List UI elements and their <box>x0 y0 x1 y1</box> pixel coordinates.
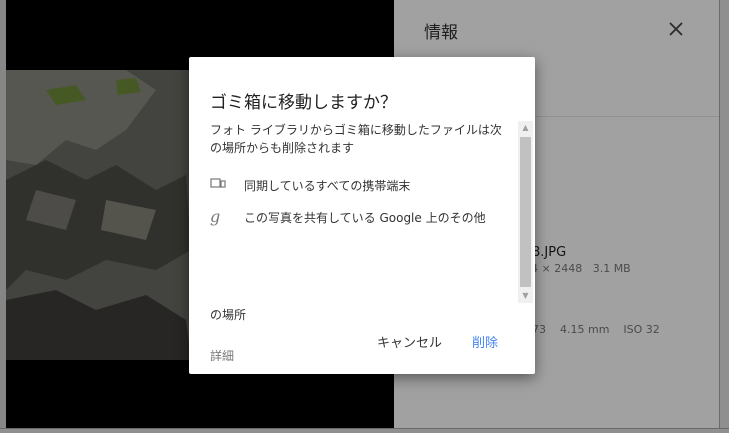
scroll-thumb[interactable] <box>520 137 531 287</box>
list-item-continuation: の場所 <box>210 308 247 322</box>
cancel-button[interactable]: キャンセル <box>377 332 442 351</box>
trash-confirm-dialog: ゴミ箱に移動しますか？ フォト ライブラリからゴミ箱に移動したファイルは次の場所… <box>189 57 535 374</box>
app-window: 情報 8.JPG 64 × 2448 3.1 MB 373 4.15 mm IS… <box>0 0 729 433</box>
devices-icon <box>210 177 226 192</box>
list-item-label: この写真を共有している Google 上のその他 <box>244 211 486 225</box>
details-link[interactable]: 詳細 <box>210 347 234 361</box>
list-item-label: 同期しているすべての携帯端末 <box>244 179 411 193</box>
dialog-body: フォト ライブラリからゴミ箱に移動したファイルは次の場所からも削除されます 同期… <box>210 121 510 361</box>
dialog-title: ゴミ箱に移動しますか？ <box>210 93 397 113</box>
delete-button[interactable]: 削除 <box>472 332 498 351</box>
scroll-up-icon[interactable]: ▲ <box>518 121 533 135</box>
scroll-down-icon[interactable]: ▼ <box>518 289 533 303</box>
dialog-message: フォト ライブラリからゴミ箱に移動したファイルは次の場所からも削除されます <box>210 123 502 155</box>
google-g-icon: g <box>210 207 221 226</box>
dialog-scrollbar[interactable]: ▲ ▼ <box>518 121 533 303</box>
